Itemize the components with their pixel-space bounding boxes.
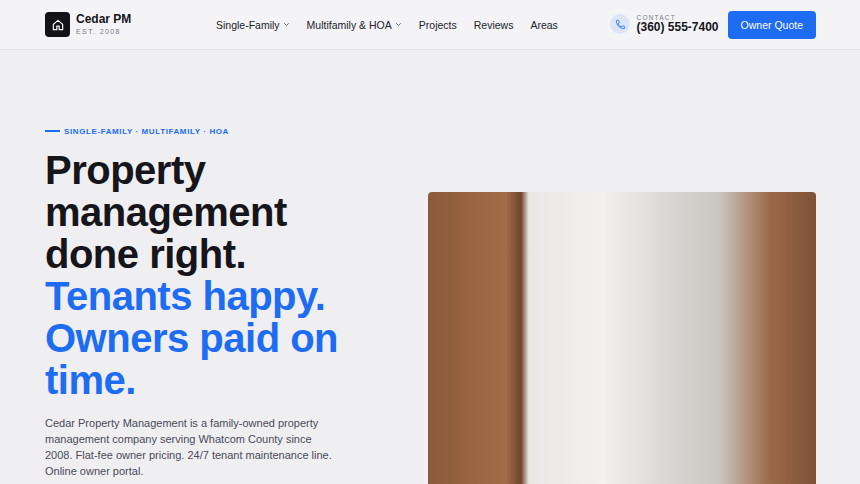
logo-mark <box>45 12 70 37</box>
header-actions: CONTACT(360) 555-7400 Owner Quote <box>610 11 816 39</box>
hero-media <box>428 192 816 484</box>
contact-block[interactable]: CONTACT(360) 555-7400 <box>610 14 718 35</box>
contact-phone[interactable]: (360) 555-7400 <box>636 21 718 35</box>
hero-copy: SINGLE-FAMILY · MULTIFAMILY · HOA Propert… <box>45 125 400 479</box>
hero-headline: Property management done right.Tenants h… <box>45 149 365 401</box>
eyebrow-text: SINGLE-FAMILY · MULTIFAMILY · HOA <box>64 127 229 136</box>
nav-label: Areas <box>530 19 557 31</box>
brand-tagline: EST. 2008 <box>76 28 131 36</box>
contact-text: CONTACT(360) 555-7400 <box>636 14 718 35</box>
chevron-down-icon <box>395 21 402 28</box>
hero-section: SINGLE-FAMILY · MULTIFAMILY · HOA Propert… <box>0 50 860 484</box>
contact-label: CONTACT <box>636 14 718 21</box>
main-nav: Single-Family Multifamily & HOA Projects Re… <box>216 19 610 31</box>
nav-label: Multifamily & HOA <box>307 19 392 31</box>
headline-accent: Tenants happy. Owners paid on time. <box>45 275 365 401</box>
house-icon <box>51 18 65 32</box>
nav-label: Projects <box>419 19 457 31</box>
nav-item[interactable]: Single-Family <box>216 19 290 31</box>
eyebrow-bar <box>45 130 60 132</box>
page: Cedar PM EST. 2008 Single-Family Multifamil… <box>0 0 860 484</box>
hero-description: Cedar Property Management is a family-ow… <box>45 415 337 479</box>
site-header: Cedar PM EST. 2008 Single-Family Multifamil… <box>0 0 860 50</box>
nav-item[interactable]: Multifamily & HOA <box>307 19 402 31</box>
brand-text: Cedar PM EST. 2008 <box>76 13 131 36</box>
nav-label: Reviews <box>474 19 514 31</box>
nav-item[interactable]: Projects <box>419 19 457 31</box>
brand-logo[interactable]: Cedar PM EST. 2008 <box>45 12 216 37</box>
headline-main: Property management done right. <box>45 149 365 275</box>
chevron-down-icon <box>283 21 290 28</box>
brand-name: Cedar PM <box>76 13 131 26</box>
nav-item[interactable]: Reviews <box>474 19 514 31</box>
nav-label: Single-Family <box>216 19 280 31</box>
phone-badge <box>610 14 630 34</box>
phone-icon <box>615 19 626 30</box>
hero-photo <box>428 192 816 484</box>
owner-quote-button[interactable]: Owner Quote <box>728 11 816 39</box>
eyebrow: SINGLE-FAMILY · MULTIFAMILY · HOA <box>45 125 400 137</box>
nav-item[interactable]: Areas <box>530 19 557 31</box>
